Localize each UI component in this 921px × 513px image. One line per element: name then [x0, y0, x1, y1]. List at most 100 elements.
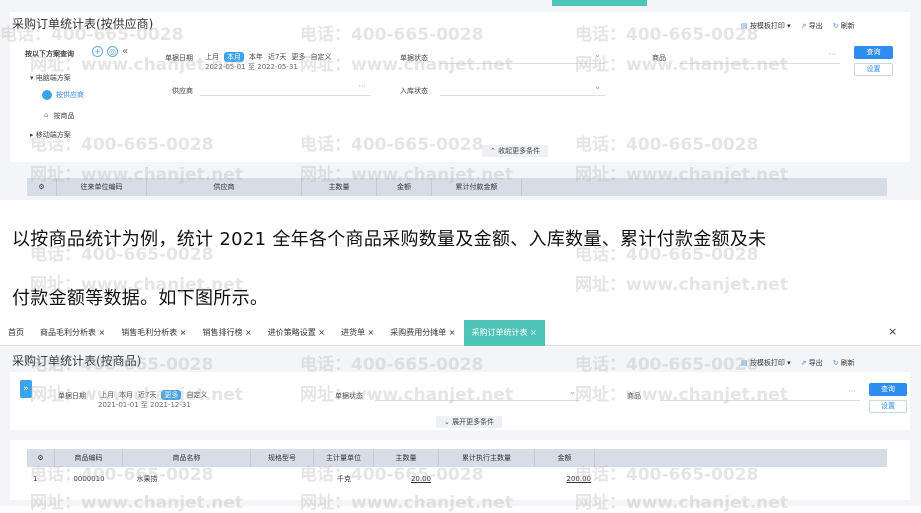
tab-bar: 首页 商品毛利分析表 × 销售毛利分析表 × 销售排行榜 × 进价策略设置 × …	[0, 319, 921, 346]
expand-sidebar-icon[interactable]: »	[20, 380, 32, 398]
cell-unit: 千克	[337, 475, 351, 483]
date-range[interactable]: 2022-05-01 至 2022-05-31	[205, 62, 298, 72]
col-goods-name[interactable]: 商品名称	[123, 449, 251, 467]
col-spec[interactable]: 规格型号	[251, 449, 314, 467]
add-scheme-icon[interactable]: +	[92, 46, 103, 57]
chevron-down-icon: ⌄	[594, 50, 601, 59]
col-exec-qty[interactable]: 累计执行主数量	[439, 449, 535, 467]
chip-last-7-days[interactable]: 近7天	[268, 52, 286, 62]
print-template-button[interactable]: ▤ 按模板打印 ▾	[741, 358, 791, 368]
col-paid-amount[interactable]: 累计付款金额	[432, 178, 522, 196]
goods-input-2[interactable]: ···	[660, 387, 860, 401]
chip-last-7-days[interactable]: 近7天	[138, 390, 156, 400]
col-goods-code[interactable]: 商品编码	[55, 449, 123, 467]
chip-this-year[interactable]: 本年	[249, 52, 263, 62]
prose-line-2: 付款金额等数据。如下图所示。	[12, 288, 269, 309]
expand-conditions-button[interactable]: ⌄ 展开更多条件	[436, 416, 503, 428]
tab-goods-margin[interactable]: 商品毛利分析表 ×	[32, 320, 113, 346]
supplier-input[interactable]: ···	[200, 82, 370, 96]
tab-sales-margin[interactable]: 销售毛利分析表 ×	[113, 320, 194, 346]
cell-exec-qty	[439, 472, 535, 486]
chevron-up-icon: ⌃	[490, 147, 499, 155]
export-icon: ⇗	[800, 359, 809, 367]
prose-line-1: 以按商品统计为例，统计 2021 全年各个商品采购数量及金额、入库数量、累计付款…	[12, 229, 767, 250]
chevron-down-icon: ⌄	[594, 82, 601, 91]
chip-more[interactable]: 更多	[161, 390, 182, 400]
chip-last-month[interactable]: 上月	[205, 52, 219, 62]
tab-home[interactable]: 首页	[0, 320, 32, 346]
chip-this-month[interactable]: 本月	[119, 390, 133, 400]
col-unit[interactable]: 主计量单位	[314, 449, 374, 467]
close-tabs-icon[interactable]: ×	[888, 325, 897, 338]
cell-qty[interactable]: 20.00	[374, 472, 439, 486]
instock-select[interactable]: ⌄	[440, 82, 605, 96]
refresh-button[interactable]: ↻ 刷新	[833, 21, 855, 31]
printer-icon: ▤	[741, 22, 750, 30]
goods-input[interactable]: ···	[680, 50, 840, 64]
tree-item-goods[interactable]: ⌂ 按商品	[44, 111, 74, 121]
chip-custom[interactable]: 自定义	[186, 390, 207, 400]
printer-icon: ▤	[741, 359, 750, 367]
cell-spec	[251, 472, 314, 486]
scheme-header: 按以下方案查询	[25, 50, 74, 58]
table-header: ⚙ 往来单位编码 供应商 主数量 金额 累计付款金额	[27, 178, 887, 196]
status-label-2: 单据状态	[335, 392, 363, 400]
tab-purchase-receipt[interactable]: 进货单 ×	[333, 320, 382, 346]
col-amount[interactable]: 金额	[535, 449, 595, 467]
chip-more[interactable]: 更多	[291, 52, 305, 62]
refresh-icon: ↻	[832, 359, 841, 367]
col-qty[interactable]: 主数量	[302, 178, 377, 196]
export-button[interactable]: ⇗ 导出	[801, 21, 823, 31]
column-settings-icon[interactable]: ⚙	[27, 178, 57, 196]
scheme-settings-icon[interactable]: ◎	[107, 46, 118, 57]
col-supplier[interactable]: 供应商	[147, 178, 302, 196]
date-chips-2: 上月 本月 近7天 更多 自定义	[100, 390, 207, 400]
selected-clock-icon	[42, 90, 52, 100]
tree-group-pc[interactable]: ▾ 电脑端方案	[30, 73, 71, 83]
settings-button[interactable]: 设置	[854, 63, 893, 76]
col-partner-code[interactable]: 往来单位编码	[57, 178, 147, 196]
tab-cost-allocation[interactable]: 采购费用分摊单 ×	[382, 320, 463, 346]
date-label: 单据日期	[165, 54, 193, 62]
tab-sales-ranking[interactable]: 销售排行榜 ×	[195, 320, 260, 346]
goods-label: 商品	[652, 54, 666, 62]
chip-last-month[interactable]: 上月	[100, 390, 114, 400]
refresh-button[interactable]: ↻ 刷新	[833, 358, 855, 368]
cell-goods-code: 0000010	[73, 475, 105, 483]
goods-icon: ⌂	[44, 111, 49, 119]
collapse-sidebar-icon[interactable]: «	[122, 46, 128, 57]
chevron-down-icon: ⌄	[444, 418, 453, 426]
date-range-2[interactable]: 2021-01-01 至 2021-12-31	[98, 400, 191, 410]
supplier-label: 供应商	[172, 87, 193, 95]
chip-custom[interactable]: 自定义	[310, 52, 331, 62]
tree-item-supplier[interactable]: 按供应商	[42, 90, 84, 100]
query-button-2[interactable]: 查询	[869, 383, 907, 396]
export-icon: ⇗	[800, 22, 809, 30]
export-button[interactable]: ⇗ 导出	[801, 358, 823, 368]
table-row[interactable]: 1 0000010 水果捞 千克 20.00 200.00	[27, 472, 887, 486]
tab-price-strategy[interactable]: 进价策略设置 ×	[260, 320, 333, 346]
status-select[interactable]: ⌄	[440, 50, 605, 64]
column-settings-icon[interactable]: ⚙	[27, 449, 55, 467]
query-button[interactable]: 查询	[854, 46, 893, 59]
cell-amount[interactable]: 200.00	[535, 472, 595, 486]
print-template-button[interactable]: ▤ 按模板打印 ▾	[741, 21, 791, 31]
tab-purchase-order-stats[interactable]: 采购订单统计表 ×	[463, 319, 545, 346]
refresh-icon: ↻	[832, 22, 841, 30]
table-header-2: ⚙ 商品编码 商品名称 规格型号 主计量单位 主数量 累计执行主数量 金额	[27, 449, 887, 467]
chip-this-month[interactable]: 本月	[224, 52, 244, 62]
page-title: 采购订单统计表(按供应商)	[12, 17, 154, 31]
settings-button-2[interactable]: 设置	[869, 400, 907, 413]
instock-label: 入库状态	[400, 87, 428, 95]
col-amount[interactable]: 金额	[377, 178, 432, 196]
col-qty[interactable]: 主数量	[374, 449, 439, 467]
watermark-site: 网址：www.chanjet.net	[575, 275, 788, 295]
status-select-2[interactable]: ⌄	[375, 387, 580, 401]
collapse-conditions-button[interactable]: ⌃ 收起更多条件	[482, 145, 549, 157]
row-index: 1	[33, 475, 38, 483]
cell-goods-name: 水果捞	[136, 475, 158, 483]
chevron-down-icon: ⌄	[569, 387, 576, 396]
status-label: 单据状态	[400, 54, 428, 62]
date-chips: 上月 本月 本年 近7天 更多 自定义	[205, 52, 331, 62]
tree-group-mobile[interactable]: ▸ 移动端方案	[30, 130, 71, 140]
